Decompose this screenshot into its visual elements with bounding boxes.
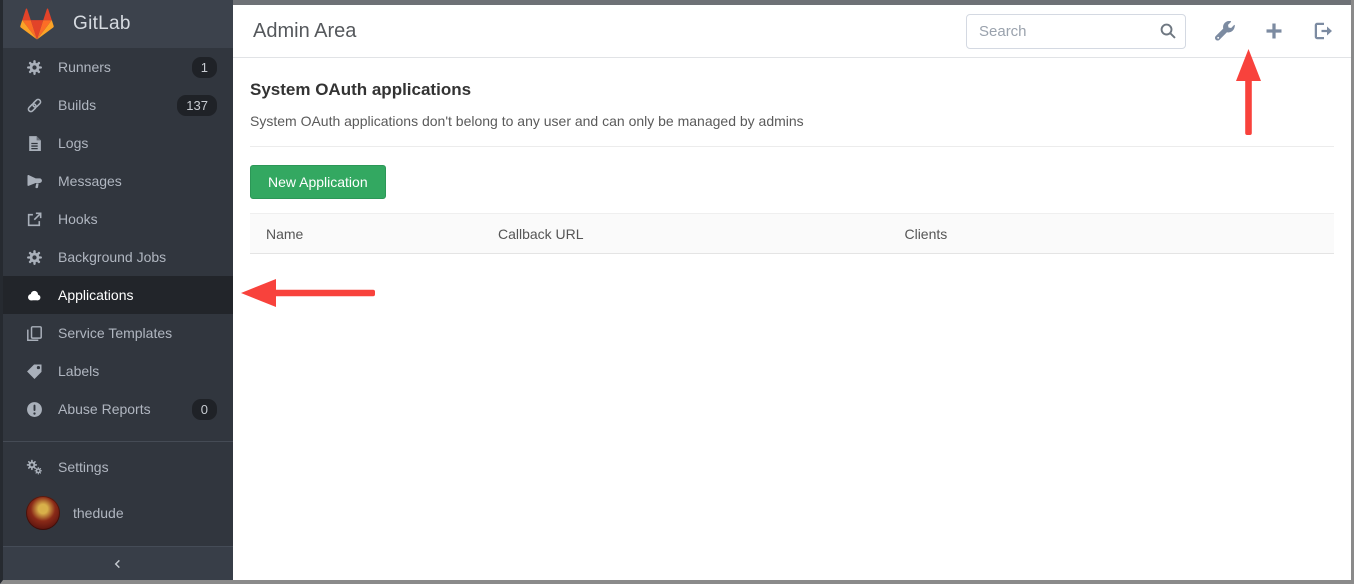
sidebar-item-builds[interactable]: Builds 137 <box>3 86 233 124</box>
gitlab-admin-window: GitLab Runners 1 Builds 137 Logs Message… <box>0 0 1354 584</box>
column-header-name: Name <box>250 226 482 242</box>
section-description: System OAuth applications don't belong t… <box>250 113 1334 129</box>
exclamation-circle-icon <box>26 401 43 418</box>
sidebar-item-label: Builds <box>58 97 96 113</box>
chevron-left-icon <box>112 558 124 570</box>
gitlab-logo-text: GitLab <box>73 13 131 35</box>
new-application-button[interactable]: New Application <box>250 165 386 199</box>
abuse-reports-count-badge: 0 <box>192 399 217 420</box>
runners-count-badge: 1 <box>192 57 217 78</box>
sidebar-item-applications[interactable]: Applications <box>3 276 233 314</box>
megaphone-icon <box>26 173 43 190</box>
sidebar-item-label: Hooks <box>58 211 98 227</box>
cloud-icon <box>26 287 43 304</box>
sidebar-item-abuse-reports[interactable]: Abuse Reports 0 <box>3 390 233 428</box>
sidebar-item-runners[interactable]: Runners 1 <box>3 48 233 86</box>
sidebar: GitLab Runners 1 Builds 137 Logs Message… <box>3 0 233 580</box>
sidebar-item-label: Labels <box>58 363 99 379</box>
builds-count-badge: 137 <box>177 95 217 116</box>
sidebar-item-label: Logs <box>58 135 88 151</box>
gitlab-logo[interactable]: GitLab <box>3 0 233 48</box>
search-icon[interactable] <box>1159 22 1177 40</box>
sidebar-item-label: Messages <box>58 173 122 189</box>
sidebar-item-user-profile[interactable]: thedude <box>3 486 233 540</box>
sidebar-item-messages[interactable]: Messages <box>3 162 233 200</box>
wrench-icon[interactable] <box>1215 21 1235 41</box>
sidebar-item-hooks[interactable]: Hooks <box>3 200 233 238</box>
username-label: thedude <box>73 505 124 521</box>
gitlab-tanuki-icon <box>19 7 55 41</box>
page-header: Admin Area <box>233 5 1351 58</box>
user-avatar <box>26 496 60 530</box>
sidebar-item-label: Service Templates <box>58 325 172 341</box>
page-title: Admin Area <box>253 20 356 43</box>
sidebar-item-label: Runners <box>58 59 111 75</box>
gears-icon <box>26 459 43 476</box>
sidebar-item-logs[interactable]: Logs <box>3 124 233 162</box>
sign-out-icon[interactable] <box>1313 21 1333 41</box>
sidebar-divider <box>3 441 233 442</box>
header-actions <box>966 14 1333 49</box>
file-icon <box>26 135 43 152</box>
copy-icon <box>26 325 43 342</box>
search-input[interactable] <box>966 14 1186 49</box>
sidebar-item-label: Settings <box>58 459 109 475</box>
sidebar-item-settings[interactable]: Settings <box>3 448 233 486</box>
page-content: System OAuth applications System OAuth a… <box>233 58 1351 254</box>
link-icon <box>26 97 43 114</box>
sidebar-item-labels[interactable]: Labels <box>3 352 233 390</box>
external-link-icon <box>26 211 43 228</box>
column-header-callback-url: Callback URL <box>482 226 889 242</box>
sidebar-item-label: Applications <box>58 287 134 303</box>
column-header-clients: Clients <box>888 226 1334 242</box>
section-divider <box>250 146 1334 147</box>
applications-table-header: Name Callback URL Clients <box>250 213 1334 254</box>
main-area: Admin Area System OAuth applications Sys… <box>233 0 1351 580</box>
tag-icon <box>26 363 43 380</box>
gear-icon <box>26 249 43 266</box>
sidebar-item-label: Background Jobs <box>58 249 166 265</box>
sidebar-item-background-jobs[interactable]: Background Jobs <box>3 238 233 276</box>
sidebar-item-label: Abuse Reports <box>58 401 151 417</box>
sidebar-nav: Runners 1 Builds 137 Logs Messages Hooks <box>3 48 233 428</box>
search-box <box>966 14 1186 49</box>
sidebar-collapse-button[interactable] <box>3 546 233 580</box>
sidebar-item-service-templates[interactable]: Service Templates <box>3 314 233 352</box>
plus-icon[interactable] <box>1264 21 1284 41</box>
gear-icon <box>26 59 43 76</box>
section-heading: System OAuth applications <box>250 80 1334 100</box>
